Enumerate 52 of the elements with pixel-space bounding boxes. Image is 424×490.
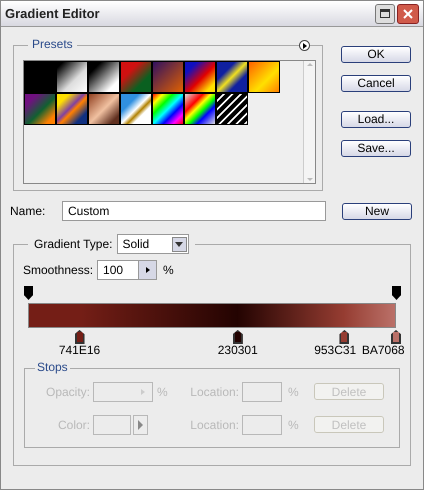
- dialog-button[interactable]: Save...: [341, 140, 411, 156]
- dialog-button[interactable]: OK: [341, 46, 411, 62]
- color-code: 741E16: [58, 344, 100, 356]
- opacity-field[interactable]: [93, 382, 153, 402]
- new-button[interactable]: New: [342, 202, 412, 220]
- preset-swatch[interactable]: [120, 61, 152, 93]
- name-field[interactable]: Custom: [62, 201, 326, 221]
- preset-swatch[interactable]: [216, 61, 248, 93]
- maximize-button[interactable]: [375, 4, 395, 24]
- presets-label: Presets: [28, 38, 77, 50]
- percent-label: %: [157, 384, 169, 400]
- close-icon: [403, 8, 413, 18]
- percent-label: %: [163, 262, 174, 279]
- gradient-type-label: Gradient Type:: [34, 236, 112, 253]
- preset-swatch[interactable]: [184, 93, 216, 125]
- preset-swatch[interactable]: [120, 93, 152, 125]
- preset-swatch[interactable]: [184, 61, 216, 93]
- color-stop[interactable]: [74, 330, 85, 344]
- percent-label: %: [288, 384, 300, 400]
- preset-swatch[interactable]: [152, 93, 184, 125]
- preset-swatch[interactable]: [24, 93, 56, 125]
- preset-swatch[interactable]: [216, 93, 248, 125]
- play-icon[interactable]: [138, 261, 156, 279]
- gradient-type-dropdown[interactable]: Solid: [116, 234, 188, 254]
- color-code: 953C31: [314, 344, 356, 356]
- color-code: 230301: [218, 344, 258, 356]
- color-swatch[interactable]: [93, 414, 131, 434]
- preset-swatch[interactable]: [152, 61, 184, 93]
- preset-swatch[interactable]: [24, 61, 56, 93]
- opacity-stop[interactable]: [24, 286, 33, 300]
- close-button[interactable]: [397, 4, 419, 24]
- name-label: Name:: [10, 203, 46, 220]
- percent-label: %: [288, 416, 300, 434]
- preset-swatch[interactable]: [56, 61, 88, 93]
- preset-swatch[interactable]: [88, 93, 120, 125]
- preset-swatch[interactable]: [248, 61, 280, 93]
- chevron-down-icon[interactable]: [172, 236, 186, 252]
- dialog-button[interactable]: Load...: [341, 110, 411, 128]
- color-stop[interactable]: [232, 330, 243, 344]
- color-stop[interactable]: [391, 330, 401, 344]
- smoothness-field[interactable]: 100: [97, 260, 158, 280]
- smoothness-label: Smoothness:: [23, 262, 94, 279]
- location-field[interactable]: [242, 414, 282, 434]
- preset-swatch[interactable]: [88, 61, 120, 93]
- preset-swatch[interactable]: [56, 93, 88, 125]
- stops-label: Stops: [35, 361, 70, 373]
- color-stop[interactable]: [339, 330, 350, 344]
- window-title: Gradient Editor: [5, 4, 101, 23]
- opacity-stop[interactable]: [392, 286, 401, 300]
- dialog-button[interactable]: Cancel: [341, 74, 411, 92]
- location-field[interactable]: [242, 382, 282, 402]
- color-code: BA7068: [362, 344, 405, 356]
